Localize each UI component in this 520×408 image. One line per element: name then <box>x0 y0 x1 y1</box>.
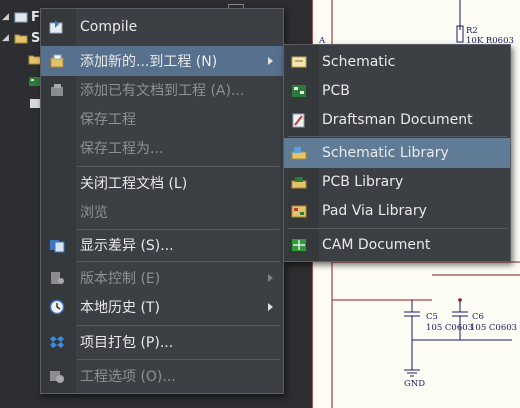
project-packager-icon <box>50 336 64 348</box>
draftsman-icon <box>292 113 305 128</box>
menu-item-add-new-to-project[interactable]: 添加新的...到工程 (N) <box>41 46 283 76</box>
pcb-library-icon <box>291 177 307 189</box>
menu-separator <box>288 136 507 137</box>
c5-value: 105 C0603 <box>426 323 473 333</box>
submenu-item-pad-via-library[interactable]: Pad Via Library <box>284 196 510 226</box>
menu-item-version-control[interactable]: 版本控制 (E) <box>41 263 283 293</box>
menu-separator <box>77 166 280 167</box>
menu-separator <box>77 325 280 326</box>
project-icon <box>14 12 28 22</box>
c5-ref: C5 <box>426 312 438 322</box>
schematic-library-icon <box>291 147 307 160</box>
add-new-icon <box>50 54 64 68</box>
menu-item-label: 本地历史 (T) <box>80 300 160 316</box>
menu-item-label: 保存工程为... <box>80 141 164 157</box>
compile-icon <box>49 20 63 34</box>
tree-child-label: S <box>31 30 41 46</box>
menu-item-label: 显示差异 (S)... <box>80 238 174 254</box>
gnd-label: GND <box>404 379 425 389</box>
menu-item-project-packager[interactable]: 项目打包 (P)... <box>41 327 283 357</box>
submenu-arrow-icon <box>268 57 273 65</box>
submenu-item-schematic[interactable]: Schematic <box>284 47 510 77</box>
pad-via-library-icon <box>291 205 307 218</box>
submenu-arrow-icon <box>268 303 273 311</box>
menu-item-label: Schematic <box>322 54 396 70</box>
version-control-icon <box>51 272 64 284</box>
menu-item-label: CAM Document <box>322 237 431 253</box>
menu-separator <box>77 261 280 262</box>
menu-item-label: 项目打包 (P)... <box>80 335 174 351</box>
submenu-item-draftsman-document[interactable]: Draftsman Document <box>284 105 510 135</box>
schematic-icon <box>291 56 307 68</box>
tree-child-row[interactable]: ◢ S <box>0 27 40 49</box>
local-history-icon <box>49 299 65 315</box>
menu-separator <box>77 359 280 360</box>
submenu-item-pcb-library[interactable]: PCB Library <box>284 167 510 197</box>
menu-item-label: Compile <box>80 19 138 35</box>
menu-item-label: Schematic Library <box>322 145 449 161</box>
submenu-item-cam-document[interactable]: CAM Document <box>284 230 510 260</box>
r2-ref: R2 <box>466 26 478 36</box>
add-existing-icon <box>51 84 63 96</box>
submenu-item-schematic-library[interactable]: Schematic Library <box>284 138 510 168</box>
menu-item-label: 关闭工程文档 (L) <box>80 176 188 192</box>
menu-item-label: 保存工程 <box>80 112 136 128</box>
menu-item-label: Draftsman Document <box>322 112 473 128</box>
menu-item-label: 添加已有文档到工程 (A)... <box>80 83 245 99</box>
project-context-menu: Compile 添加新的...到工程 (N) 添加已有文档到工程 (A)... … <box>40 8 284 394</box>
menu-item-save-project-as[interactable]: 保存工程为... <box>41 133 283 163</box>
submenu-item-pcb[interactable]: PCB <box>284 76 510 106</box>
add-new-submenu: Schematic PCB Draftsman Document Schemat… <box>283 44 511 262</box>
menu-item-show-differences[interactable]: 显示差异 (S)... <box>41 230 283 260</box>
menu-separator <box>288 228 507 229</box>
menu-item-explore[interactable]: 浏览 <box>41 197 283 227</box>
menu-item-compile[interactable]: Compile <box>41 12 283 42</box>
menu-item-project-options[interactable]: 工程选项 (O)... <box>41 361 283 391</box>
pcb-icon <box>292 85 306 97</box>
menu-item-label: Pad Via Library <box>322 203 427 219</box>
folder-icon <box>14 34 28 43</box>
menu-item-save-project[interactable]: 保存工程 <box>41 104 283 134</box>
menu-item-local-history[interactable]: 本地历史 (T) <box>41 292 283 322</box>
project-options-icon <box>50 371 64 383</box>
menu-item-close-project-documents[interactable]: 关闭工程文档 (L) <box>41 168 283 198</box>
show-differences-icon <box>50 240 65 253</box>
menu-item-label: 工程选项 (O)... <box>80 369 176 385</box>
menu-item-add-existing[interactable]: 添加已有文档到工程 (A)... <box>41 75 283 105</box>
collapse-icon[interactable]: ◢ <box>2 12 12 22</box>
cam-document-icon <box>292 239 306 251</box>
collapse-icon[interactable]: ◢ <box>2 33 12 43</box>
menu-item-label: PCB Library <box>322 174 404 190</box>
menu-item-label: 浏览 <box>80 205 108 221</box>
c6-value: 105 C0603 <box>470 323 517 333</box>
menu-item-label: 版本控制 (E) <box>80 271 161 287</box>
submenu-arrow-icon <box>268 274 273 282</box>
menu-item-label: 添加新的...到工程 (N) <box>80 54 218 70</box>
c6-ref: C6 <box>472 312 484 322</box>
menu-item-label: PCB <box>322 83 350 99</box>
